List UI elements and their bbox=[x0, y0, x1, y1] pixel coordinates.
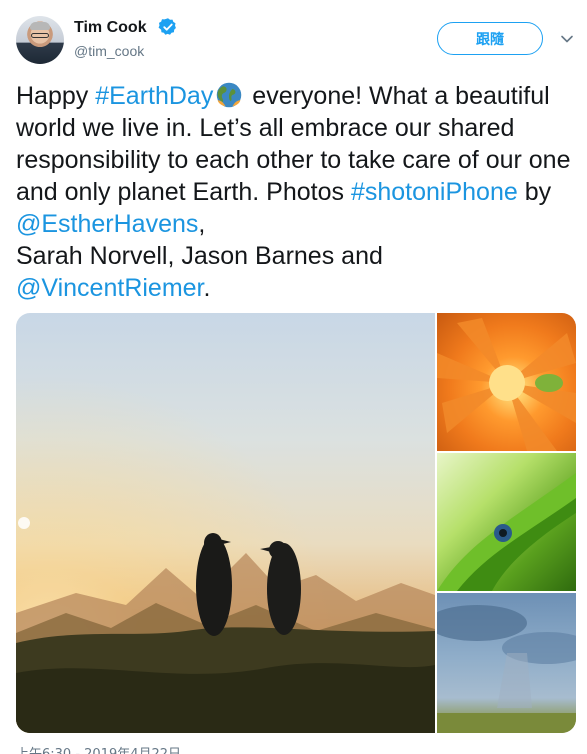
avatar-glasses bbox=[31, 33, 49, 38]
mention-link[interactable]: @VincentRiemer bbox=[16, 274, 204, 302]
penguins-sunset-scene bbox=[16, 313, 435, 733]
orange-flower-scene bbox=[437, 318, 576, 451]
penguins-sunset-photo[interactable] bbox=[16, 313, 435, 733]
tweet-text-segment: by bbox=[517, 178, 552, 206]
orange-flower-frog-photo[interactable] bbox=[437, 313, 576, 451]
storm-sky-field-photo[interactable] bbox=[437, 593, 576, 733]
verified-badge-icon bbox=[158, 18, 176, 35]
tweet-text-segment: . bbox=[203, 274, 211, 302]
avatar-hair bbox=[30, 22, 50, 30]
hashtag-link[interactable]: #EarthDay bbox=[95, 82, 213, 110]
tweet-text: Happy #EarthDay everyone! What a beautif… bbox=[16, 80, 571, 304]
hashtag-link[interactable]: #shotoniPhone bbox=[351, 178, 518, 206]
tweet-text-segment: , bbox=[198, 210, 206, 238]
mention-link[interactable]: @EstherHavens bbox=[16, 210, 198, 238]
chevron-down-icon[interactable] bbox=[560, 32, 574, 46]
tweet-text-segment: Happy bbox=[16, 82, 96, 110]
follow-button[interactable]: 跟隨 bbox=[437, 22, 543, 55]
avatar[interactable] bbox=[16, 16, 64, 64]
tweet-header: Tim Cook @tim_cook 跟隨 bbox=[0, 0, 587, 80]
storm-sky-scene bbox=[437, 605, 576, 733]
tweet-timestamp[interactable]: 上午6:30 - 2019年4月22日 bbox=[16, 743, 181, 754]
media-grid bbox=[16, 313, 576, 733]
green-lizard-photo[interactable] bbox=[437, 453, 576, 591]
globe-americas-icon bbox=[217, 82, 242, 108]
green-lizard-scene bbox=[437, 473, 576, 591]
tweet-text-segment: Sarah Norvell, Jason Barnes and bbox=[16, 242, 383, 270]
user-handle[interactable]: @tim_cook bbox=[74, 43, 144, 59]
display-name[interactable]: Tim Cook bbox=[74, 19, 147, 37]
